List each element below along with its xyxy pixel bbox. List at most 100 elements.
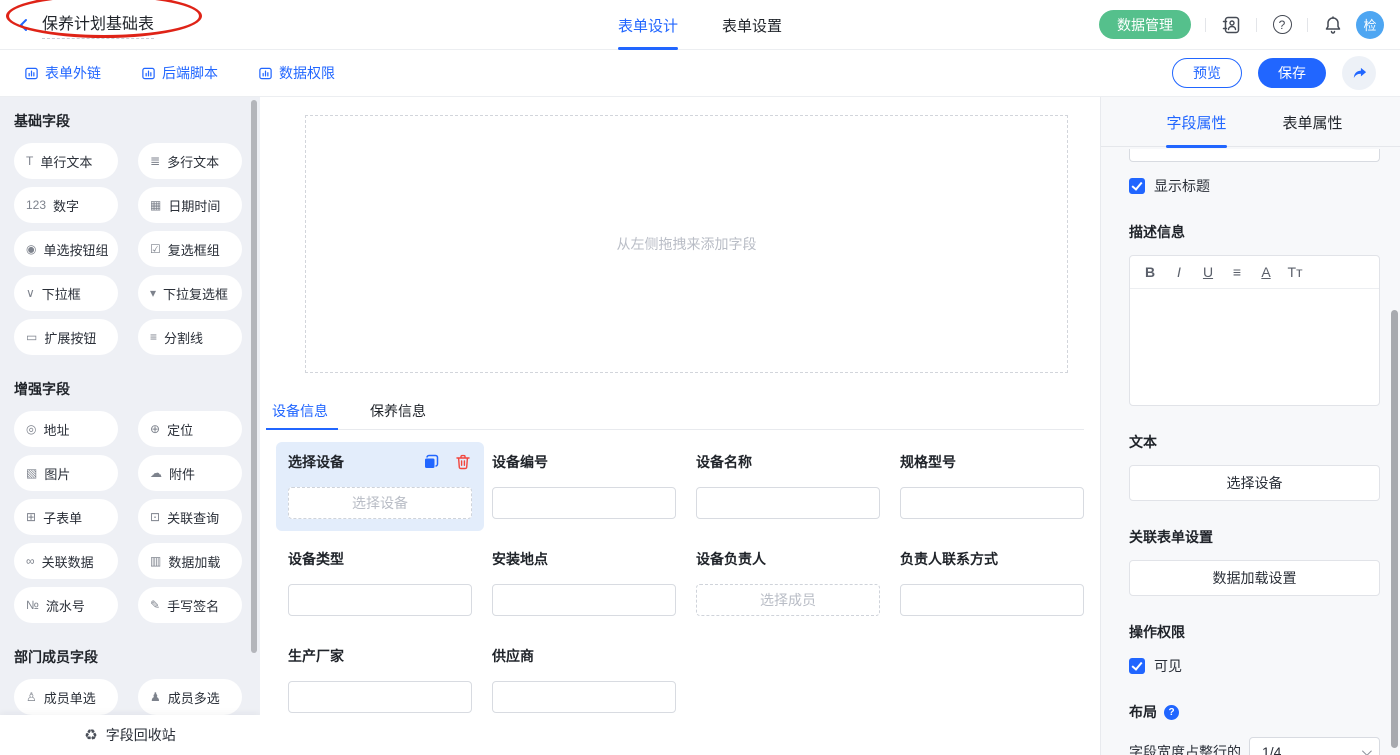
sidebar-field-pill[interactable]: ⊕ 定位	[138, 411, 242, 447]
delete-field-icon[interactable]	[454, 453, 472, 471]
sidebar-field-pill[interactable]: ▭ 扩展按钮	[14, 319, 118, 355]
sidebar-field-pill[interactable]: ◎ 地址	[14, 411, 118, 447]
sidebar-field-pill[interactable]: ☁ 附件	[138, 455, 242, 491]
sidebar-scrollbar-thumb[interactable]	[251, 100, 257, 653]
field-head: 设备类型	[288, 549, 472, 569]
select-device-button[interactable]: 选择设备	[1129, 465, 1380, 501]
section-title-member-fields: 部门成员字段	[14, 647, 260, 667]
field-input[interactable]	[492, 487, 676, 519]
header-tab[interactable]: 表单设置	[722, 0, 782, 50]
sidebar-field-pill[interactable]: ♟ 成员多选	[138, 679, 242, 715]
visible-checkbox-row[interactable]: 可见	[1129, 656, 1380, 676]
canvas-tab[interactable]: 保养信息	[364, 393, 436, 429]
form-field-cell[interactable]: 设备名称	[696, 452, 880, 519]
field-input[interactable]: 选择成员	[696, 584, 880, 616]
header-tab[interactable]: 表单设计	[618, 0, 678, 50]
form-title[interactable]: 保养计划基础表	[42, 10, 154, 39]
dropzone-placeholder: 从左侧拖拽来添加字段	[617, 234, 757, 254]
sidebar-field-pill[interactable]: ▾ 下拉复选框	[138, 275, 242, 311]
sidebar-field-pill[interactable]: ▦ 日期时间	[138, 187, 242, 223]
field-head: 供应商	[492, 646, 676, 666]
sidebar-field-pill[interactable]: ♙ 成员单选	[14, 679, 118, 715]
field-palette-sidebar: 基础字段 T 单行文本 ≣ 多行文本 123 数字	[0, 97, 260, 755]
field-recycle-bin[interactable]: ♻ 字段回收站	[0, 715, 260, 755]
form-field-cell[interactable]: 规格型号	[900, 452, 1084, 519]
toolbar-link[interactable]: 后端脚本	[141, 63, 218, 83]
back-icon[interactable]	[16, 17, 32, 33]
field-pill-label: 子表单	[43, 508, 82, 527]
field-width-select[interactable]: 1/4	[1249, 737, 1380, 755]
form-external-link-icon	[24, 66, 39, 81]
checkbox-checked-icon[interactable]	[1129, 178, 1145, 194]
sidebar-field-pill[interactable]: ≣ 多行文本	[138, 143, 242, 179]
sidebar-field-pill[interactable]: ∞ 关联数据	[14, 543, 118, 579]
panel-tab[interactable]: 字段属性	[1166, 97, 1226, 147]
select-dropdown-icon: ∨	[26, 287, 35, 299]
field-input[interactable]	[492, 681, 676, 713]
toolbar-link[interactable]: 数据权限	[258, 63, 335, 83]
sidebar-field-pill[interactable]: ☑ 复选框组	[138, 231, 242, 267]
layout-width-label: 字段宽度占整行的	[1129, 742, 1241, 755]
data-load-settings-button[interactable]: 数据加载设置	[1129, 560, 1380, 596]
form-field-cell[interactable]: 设备负责人 选择成员	[696, 549, 880, 616]
canvas-tab[interactable]: 设备信息	[266, 393, 338, 429]
preview-button[interactable]: 预览	[1172, 58, 1242, 88]
sidebar-field-pill[interactable]: 123 数字	[14, 187, 118, 223]
field-input[interactable]: 选择设备	[288, 487, 472, 519]
permission-section-title: 操作权限	[1129, 622, 1380, 642]
form-field-cell[interactable]: 供应商	[492, 646, 676, 713]
font-size-icon[interactable]: Tᴛ	[1287, 265, 1303, 279]
description-editor-body[interactable]	[1130, 289, 1379, 405]
duplicate-field-icon[interactable]	[422, 453, 440, 471]
sidebar-field-pill[interactable]: ▥ 数据加载	[138, 543, 242, 579]
sidebar-field-pill[interactable]: T 单行文本	[14, 143, 118, 179]
sidebar-field-pill[interactable]: ∨ 下拉框	[14, 275, 118, 311]
field-head: 负责人联系方式	[900, 549, 1084, 569]
layout-section-title-row: 布局 ?	[1129, 702, 1380, 722]
field-pill-label: 图片	[44, 464, 70, 483]
field-pill-label: 流水号	[46, 596, 85, 615]
layout-help-icon[interactable]: ?	[1164, 705, 1179, 720]
field-input[interactable]	[288, 584, 472, 616]
field-input[interactable]	[492, 584, 676, 616]
header-right: 数据管理 ? 检	[1099, 10, 1384, 39]
panel-scrollbar-thumb[interactable]	[1391, 310, 1398, 748]
sidebar-field-pill[interactable]: № 流水号	[14, 587, 118, 623]
notification-bell-icon[interactable]	[1322, 14, 1344, 36]
underline-icon[interactable]: U	[1200, 265, 1216, 279]
font-color-icon[interactable]: A	[1258, 265, 1274, 279]
field-input[interactable]	[900, 487, 1084, 519]
user-avatar[interactable]: 检	[1356, 11, 1384, 39]
sidebar-field-pill[interactable]: ◉ 单选按钮组	[14, 231, 118, 267]
help-icon[interactable]: ?	[1271, 14, 1293, 36]
form-field-cell[interactable]: 生产厂家	[288, 646, 472, 713]
section-title-basic-fields: 基础字段	[14, 111, 260, 131]
field-input[interactable]	[288, 681, 472, 713]
form-field-cell[interactable]: 设备编号	[492, 452, 676, 519]
sidebar-field-pill[interactable]: ▧ 图片	[14, 455, 118, 491]
sidebar-field-pill[interactable]: ≡ 分割线	[138, 319, 242, 355]
form-field-cell[interactable]: 设备类型	[288, 549, 472, 616]
form-field-cell[interactable]: 安装地点	[492, 549, 676, 616]
contact-book-icon[interactable]	[1220, 14, 1242, 36]
show-title-checkbox-row[interactable]: 显示标题	[1129, 176, 1380, 196]
share-button[interactable]	[1342, 56, 1376, 90]
checkbox-checked-icon[interactable]	[1129, 658, 1145, 674]
save-button[interactable]: 保存	[1258, 58, 1326, 88]
panel-tab[interactable]: 表单属性	[1283, 97, 1343, 147]
field-title-input-cropped[interactable]	[1129, 149, 1380, 162]
field-input[interactable]	[900, 584, 1084, 616]
toolbar-link[interactable]: 表单外链	[24, 63, 101, 83]
sidebar-field-pill[interactable]: ⊞ 子表单	[14, 499, 118, 535]
italic-icon[interactable]: I	[1171, 265, 1187, 279]
bold-icon[interactable]: B	[1142, 265, 1158, 279]
sidebar-field-pill[interactable]: ✎ 手写签名	[138, 587, 242, 623]
data-manage-button[interactable]: 数据管理	[1099, 10, 1191, 39]
field-input[interactable]	[696, 487, 880, 519]
field-dropzone[interactable]: 从左侧拖拽来添加字段	[305, 115, 1068, 373]
sidebar-field-pill[interactable]: ⊡ 关联查询	[138, 499, 242, 535]
strikethrough-icon[interactable]: ≡	[1229, 265, 1245, 279]
header-tabs: 表单设计 表单设置	[618, 0, 782, 50]
form-field-cell[interactable]: 选择设备 选择设备	[276, 442, 484, 531]
form-field-cell[interactable]: 负责人联系方式	[900, 549, 1084, 616]
